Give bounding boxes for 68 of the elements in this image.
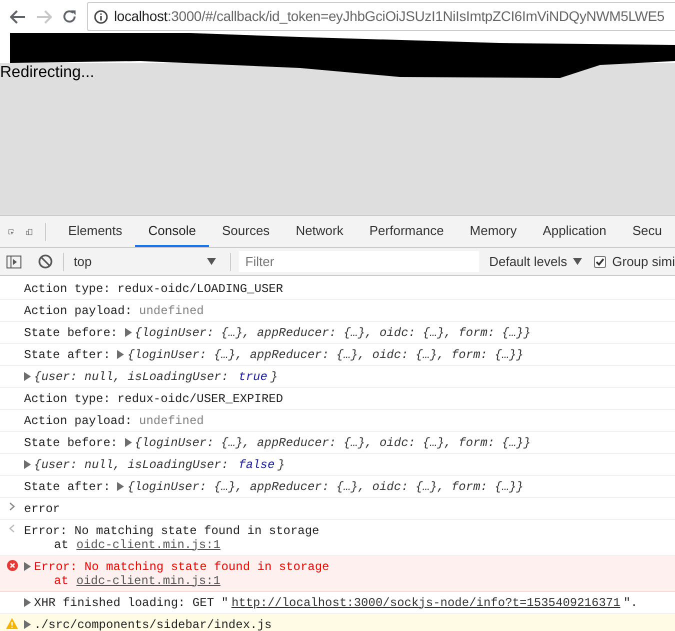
log-value: } [278,458,285,472]
log-value: Error: No matching state found in storage [24,524,320,538]
devtools-tab[interactable]: Secu [619,216,675,247]
chevron-right-icon [9,502,15,511]
log-label: State before: [24,326,118,340]
log-value: {user: null, isLoadingUser: [34,458,230,472]
stack-at-text: at [54,574,68,588]
context-select[interactable]: top [74,252,222,272]
page-status-text: Redirecting... [0,63,96,83]
expand-triangle-icon[interactable] [24,562,31,571]
log-label: Action payload: [24,304,132,318]
dropdown-caret-icon [207,258,216,265]
devtools-tab[interactable]: Memory [456,216,530,247]
log-label: State after: [24,480,110,494]
log-value: undefined [139,304,204,318]
log-value: {loginUser: {…}, appReducer: {…}, oidc: {…}, form: {…}} [134,436,531,450]
log-value: } [270,370,278,384]
url-link[interactable]: http://localhost:3000/sockjs-node/info?t=1535409216371 [231,596,620,610]
info-icon[interactable] [94,10,108,24]
reload-icon[interactable] [62,9,77,24]
expand-triangle-icon[interactable] [124,328,132,337]
expand-triangle-icon[interactable] [24,620,31,629]
expand-triangle-icon[interactable] [24,460,31,469]
stack-at-text: at [54,538,68,552]
devtools-tab[interactable]: Application [530,216,620,247]
source-link[interactable]: oidc-client.min.js:1 [76,538,220,552]
log-value: error [24,502,60,516]
devtools-tab[interactable]: Elements [55,216,136,247]
log-value: {loginUser: {…}, appReducer: {…}, oidc: {…}, form: {…}} [127,480,524,494]
expand-triangle-icon[interactable] [117,482,124,491]
log-label: State before: [24,436,118,450]
url-text: localhost:3000/#/callback/id_token=eyJhbGciOiJSUzI1NiIsImtpZCI6ImViNDQyNWM5LWE5 [114,7,665,26]
source-link[interactable]: oidc-client.min.js:1 [76,574,220,588]
log-value: {user: null, isLoadingUser: [34,370,230,384]
expand-triangle-icon[interactable] [124,438,132,447]
log-label: Action payload: [24,414,132,428]
clear-console-icon[interactable] [38,254,53,269]
back-arrow-icon[interactable] [10,10,26,24]
address-bar[interactable]: localhost:3000/#/callback/id_token=eyJhbGciOiJSUzI1NiIsImtpZCI6ImViNDQyNWM5LWE5 [87,2,675,31]
levels-dropdown[interactable]: Default levels [489,252,582,272]
warning-icon [6,618,18,629]
sidebar-toggle-icon[interactable] [6,254,22,268]
log-value: false [238,458,275,472]
log-value: ./src/components/sidebar/index.js [34,618,272,631]
log-value: redux-oidc/LOADING_USER [117,282,284,296]
group-checkbox[interactable] [594,256,606,268]
log-value: true [238,370,268,384]
error-icon [6,560,18,571]
devtools-tab[interactable]: Performance [356,216,457,247]
log-value: {loginUser: {…}, appReducer: {…}, oidc: {…}, form: {…}} [127,348,524,362]
filter-field[interactable]: Filter [239,251,480,272]
log-value: XHR finished loading: GET " [34,596,228,610]
devtools-tab[interactable]: Sources [208,216,283,247]
log-value: ". [623,596,638,610]
log-label: Action type: [24,392,110,406]
log-value: undefined [139,414,204,428]
devtools-tab[interactable]: Network [282,216,356,247]
expand-triangle-icon[interactable] [24,372,31,381]
log-label: Action type: [24,282,110,296]
log-value: Error: No matching state found in storage [34,560,330,574]
dropdown-caret-icon [573,258,582,265]
group-similar-label: Group simi [612,252,675,271]
chevron-left-icon [9,524,15,533]
log-value: {loginUser: {…}, appReducer: {…}, oidc: {…}, form: {…}} [134,326,531,340]
expand-triangle-icon[interactable] [117,350,124,359]
log-value: redux-oidc/USER_EXPIRED [117,392,284,406]
log-label: State after: [24,348,110,362]
expand-triangle-icon[interactable] [24,598,31,607]
